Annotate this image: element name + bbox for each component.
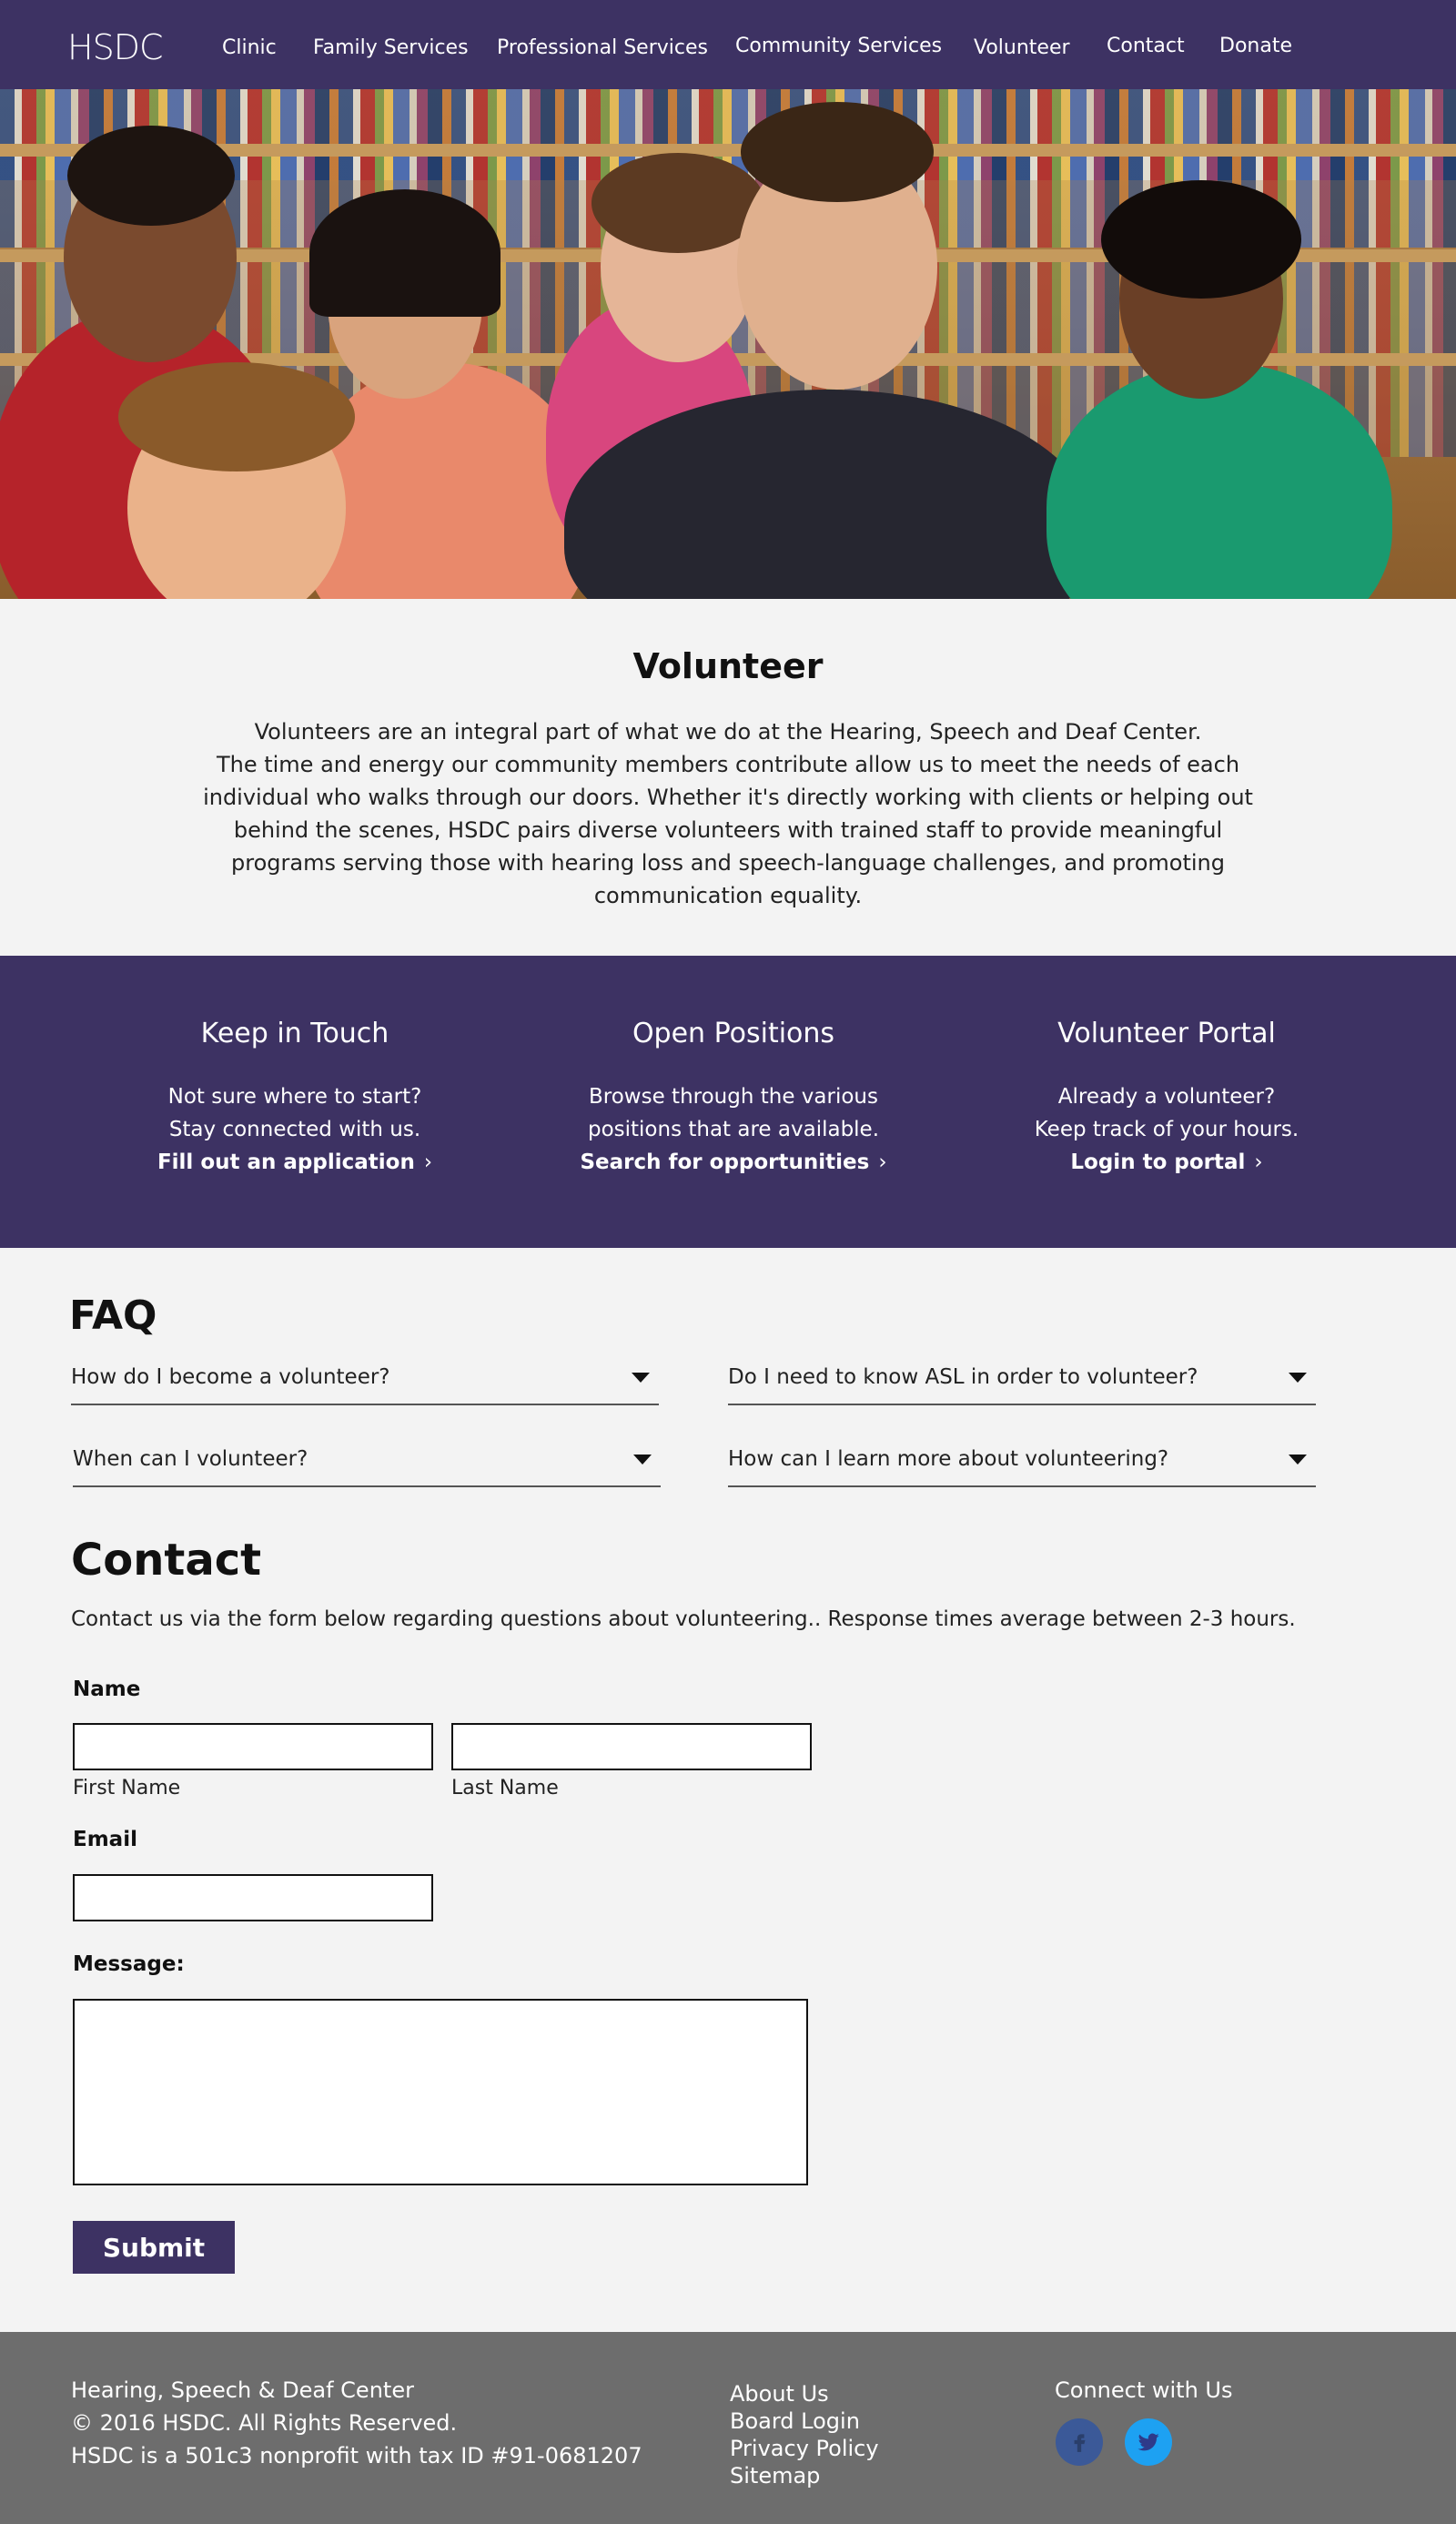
- last-name-field[interactable]: [451, 1723, 812, 1770]
- login-portal-link[interactable]: Login to portal ›: [1070, 1146, 1262, 1179]
- connect-label: Connect with Us: [1055, 2377, 1233, 2403]
- message-field[interactable]: [73, 1999, 808, 2185]
- column-title: Open Positions: [632, 1018, 835, 1049]
- facebook-icon[interactable]: [1056, 2418, 1103, 2466]
- faq-question: How do I become a volunteer?: [71, 1365, 390, 1389]
- caret-down-icon: [1289, 1373, 1307, 1383]
- faq-item[interactable]: How can I learn more about volunteering?: [728, 1436, 1316, 1487]
- nav-item-contact[interactable]: Contact: [1107, 35, 1185, 57]
- intro-line: behind the scenes, HSDC pairs diverse vo…: [233, 817, 1223, 843]
- submit-button[interactable]: Submit: [73, 2221, 235, 2274]
- nav-item-professional-services[interactable]: Professional Services: [497, 36, 708, 59]
- column-text: Browse through the various: [589, 1085, 878, 1109]
- column-text: Stay connected with us.: [168, 1118, 421, 1141]
- site-footer: Hearing, Speech & Deaf Center © 2016 HSD…: [0, 2332, 1456, 2524]
- footer-link-sitemap[interactable]: Sitemap: [730, 2463, 820, 2489]
- email-label: Email: [73, 1828, 137, 1851]
- fill-out-application-link[interactable]: Fill out an application ›: [157, 1146, 432, 1179]
- intro-line: communication equality.: [593, 883, 863, 908]
- link-label: Login to portal: [1070, 1150, 1246, 1174]
- first-name-field[interactable]: [73, 1723, 433, 1770]
- footer-copyright: © 2016 HSDC. All Rights Reserved.: [71, 2410, 458, 2436]
- keep-in-touch-column: Keep in Touch Not sure where to start? S…: [95, 1018, 495, 1179]
- contact-description: Contact us via the form below regarding …: [71, 1607, 1296, 1631]
- chevron-right-icon: ›: [878, 1150, 887, 1174]
- intro-line: Volunteers are an integral part of what …: [254, 719, 1202, 745]
- caret-down-icon: [633, 1455, 652, 1465]
- footer-link-privacy-policy[interactable]: Privacy Policy: [730, 2436, 879, 2461]
- hero-image: [0, 89, 1456, 599]
- intro-paragraph: Volunteers are an integral part of what …: [200, 715, 1256, 912]
- faq-question: How can I learn more about volunteering?: [728, 1447, 1169, 1471]
- faq-heading: FAQ: [69, 1292, 157, 1339]
- open-positions-column: Open Positions Browse through the variou…: [533, 1018, 934, 1179]
- page-title: Volunteer: [632, 646, 824, 686]
- first-name-label: First Name: [73, 1777, 181, 1799]
- top-navigation: HSDC Clinic Family Services Professional…: [0, 0, 1456, 89]
- column-text: positions that are available.: [587, 1118, 880, 1141]
- email-field[interactable]: [73, 1874, 433, 1921]
- nav-item-clinic[interactable]: Clinic: [222, 36, 277, 59]
- nav-item-volunteer[interactable]: Volunteer: [974, 36, 1070, 59]
- intro-line: programs serving those with hearing loss…: [231, 850, 1225, 876]
- link-label: Search for opportunities: [580, 1150, 870, 1174]
- caret-down-icon: [1289, 1455, 1307, 1465]
- faq-item[interactable]: When can I volunteer?: [73, 1436, 661, 1487]
- nav-item-community-services[interactable]: Community Services: [735, 35, 942, 57]
- volunteer-portal-column: Volunteer Portal Already a volunteer? Ke…: [966, 1018, 1367, 1179]
- chevron-right-icon: ›: [423, 1150, 433, 1174]
- name-label: Name: [73, 1678, 141, 1701]
- footer-link-board-login[interactable]: Board Login: [730, 2408, 860, 2434]
- message-label: Message:: [73, 1952, 185, 1976]
- site-logo[interactable]: HSDC: [67, 27, 163, 67]
- intro-line: individual who walks through our doors. …: [203, 785, 1253, 810]
- column-title: Keep in Touch: [200, 1018, 389, 1049]
- faq-question: Do I need to know ASL in order to volunt…: [728, 1365, 1198, 1389]
- search-opportunities-link[interactable]: Search for opportunities ›: [580, 1146, 886, 1179]
- column-title: Volunteer Portal: [1057, 1018, 1276, 1049]
- contact-heading: Contact: [71, 1535, 262, 1586]
- footer-org-name: Hearing, Speech & Deaf Center: [71, 2377, 414, 2403]
- column-text: Not sure where to start?: [167, 1085, 422, 1109]
- faq-item[interactable]: Do I need to know ASL in order to volunt…: [728, 1354, 1316, 1405]
- faq-item[interactable]: How do I become a volunteer?: [71, 1354, 659, 1405]
- column-text: Keep track of your hours.: [1034, 1118, 1299, 1141]
- intro-line: The time and energy our community member…: [216, 752, 1240, 777]
- column-text: Already a volunteer?: [1057, 1085, 1276, 1109]
- faq-question: When can I volunteer?: [73, 1447, 308, 1471]
- volunteer-options-band: Keep in Touch Not sure where to start? S…: [0, 956, 1456, 1248]
- twitter-icon[interactable]: [1125, 2418, 1172, 2466]
- nav-item-donate[interactable]: Donate: [1219, 35, 1292, 57]
- last-name-label: Last Name: [451, 1777, 559, 1799]
- nav-item-family-services[interactable]: Family Services: [313, 36, 469, 59]
- link-label: Fill out an application: [157, 1150, 415, 1174]
- footer-link-about-us[interactable]: About Us: [730, 2381, 829, 2407]
- chevron-right-icon: ›: [1254, 1150, 1263, 1174]
- caret-down-icon: [632, 1373, 650, 1383]
- footer-tax-info: HSDC is a 501c3 nonprofit with tax ID #9…: [71, 2443, 642, 2468]
